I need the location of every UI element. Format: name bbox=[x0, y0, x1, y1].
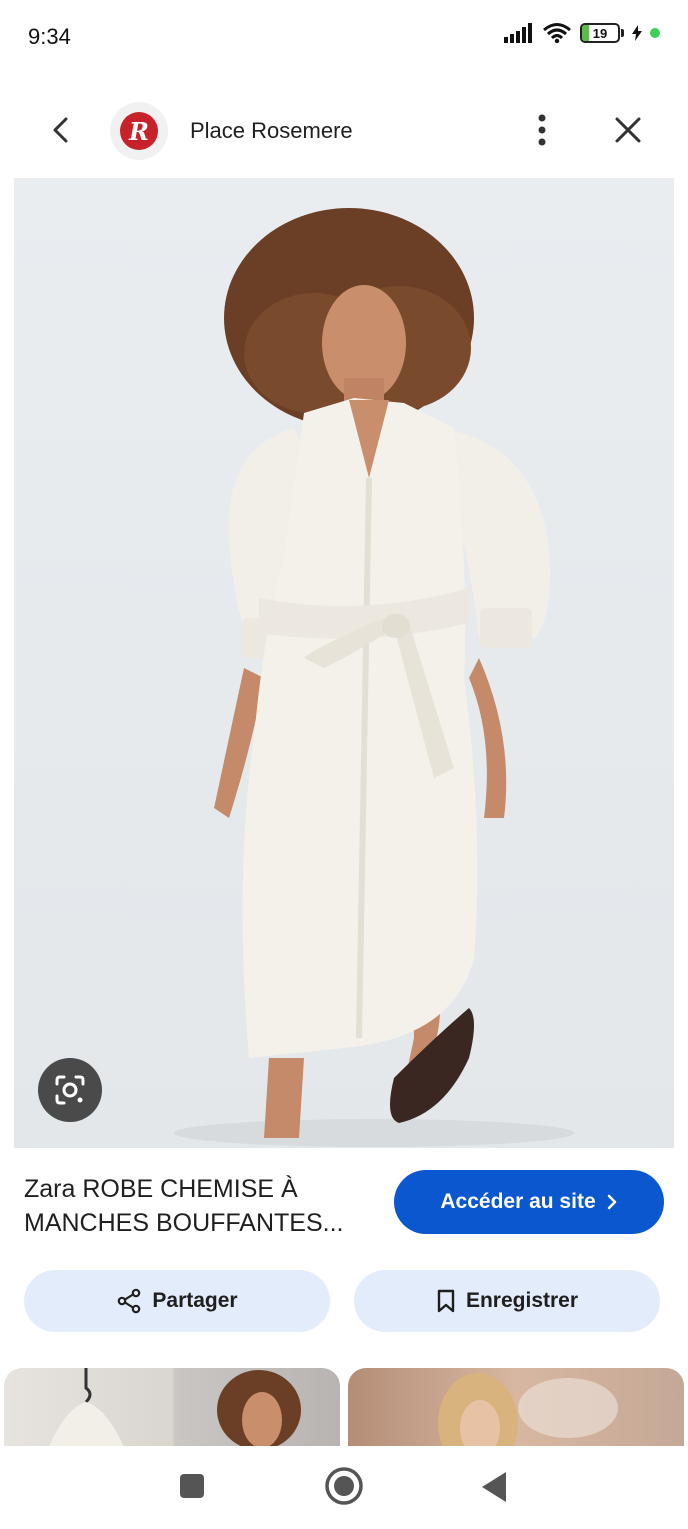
close-button[interactable] bbox=[604, 106, 652, 154]
charging-icon bbox=[632, 25, 642, 41]
save-label: Enregistrer bbox=[465, 1289, 579, 1312]
status-bar: 9:34 19 bbox=[0, 0, 688, 78]
more-vert-icon bbox=[538, 114, 546, 146]
related-images bbox=[0, 1368, 688, 1448]
lens-camera-icon bbox=[55, 1075, 85, 1105]
visit-site-button[interactable]: Accéder au site bbox=[394, 1170, 664, 1234]
related-image-2-preview bbox=[438, 1373, 618, 1448]
bookmark-icon bbox=[437, 1289, 455, 1313]
site-logo-letter: R bbox=[120, 112, 158, 150]
recents-icon[interactable] bbox=[178, 1472, 206, 1500]
back-arrow-icon bbox=[53, 117, 68, 143]
product-title: Zara ROBE CHEMISE À MANCHES BOUFFANTES..… bbox=[24, 1175, 344, 1237]
related-image-2[interactable] bbox=[348, 1368, 684, 1448]
battery-level: 19 bbox=[592, 25, 608, 41]
signal-icon bbox=[504, 23, 532, 43]
system-nav-bar bbox=[0, 1446, 688, 1529]
visit-site-label: Accéder au site bbox=[440, 1190, 596, 1213]
related-image-1[interactable] bbox=[4, 1368, 340, 1448]
related-image-1-preview bbox=[48, 1368, 301, 1448]
nav-back-icon[interactable] bbox=[478, 1470, 510, 1504]
more-options-button[interactable] bbox=[518, 106, 566, 154]
status-icons: 19 bbox=[504, 22, 660, 44]
site-logo[interactable]: R bbox=[110, 102, 168, 160]
wifi-icon bbox=[543, 23, 571, 44]
share-button[interactable]: Partager bbox=[24, 1270, 330, 1332]
privacy-indicator-dot bbox=[650, 28, 660, 38]
site-name[interactable]: Place Rosemere bbox=[190, 118, 353, 144]
share-label: Partager bbox=[152, 1289, 238, 1312]
back-button[interactable] bbox=[36, 106, 84, 154]
product-image[interactable] bbox=[14, 178, 674, 1148]
top-bar: R Place Rosemere bbox=[0, 92, 688, 172]
lens-button[interactable] bbox=[38, 1058, 102, 1122]
close-icon bbox=[615, 117, 641, 143]
save-button[interactable]: Enregistrer bbox=[354, 1270, 660, 1332]
chevron-right-icon bbox=[607, 1194, 616, 1210]
share-icon bbox=[118, 1288, 141, 1314]
status-time: 9:34 bbox=[28, 24, 71, 49]
battery-icon: 19 bbox=[580, 23, 624, 43]
home-icon[interactable] bbox=[322, 1464, 366, 1508]
model-illustration bbox=[174, 208, 574, 1147]
